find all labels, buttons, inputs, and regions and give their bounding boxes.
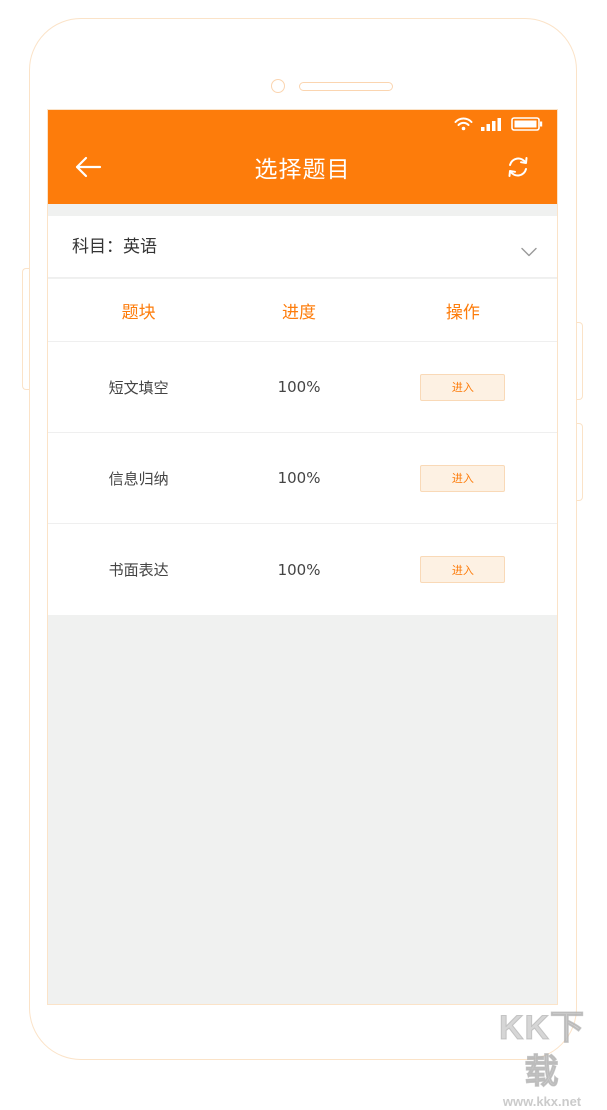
block-progress: 100%: [229, 524, 368, 615]
table-row: 短文填空 100% 进入: [48, 342, 557, 433]
action-cell: 进入: [369, 524, 557, 615]
table-row: 信息归纳 100% 进入: [48, 433, 557, 524]
header-block: 题块: [48, 279, 229, 341]
phone-volume-up-button: [576, 322, 583, 400]
watermark-logo: KK下载: [483, 1006, 601, 1094]
table-header: 题块 进度 操作: [48, 279, 557, 342]
block-name: 书面表达: [48, 524, 229, 615]
page-title: 选择题目: [48, 154, 557, 186]
refresh-button[interactable]: [501, 154, 535, 184]
wifi-icon: [454, 116, 473, 135]
enter-button[interactable]: 进入: [420, 374, 505, 401]
earpiece-speaker: [299, 82, 393, 91]
refresh-icon: [506, 155, 530, 183]
phone-volume-down-button: [576, 423, 583, 501]
battery-icon: [511, 116, 543, 135]
watermark-url: www.kkx.net: [483, 1094, 601, 1110]
block-name: 信息归纳: [48, 433, 229, 523]
enter-button[interactable]: 进入: [420, 465, 505, 492]
table-row: 书面表达 100% 进入: [48, 524, 557, 615]
action-cell: 进入: [369, 342, 557, 432]
header-progress: 进度: [229, 279, 368, 341]
question-block-table: 题块 进度 操作 短文填空 100% 进入 信息归纳 100% 进入 书面表达 …: [48, 279, 557, 615]
action-cell: 进入: [369, 433, 557, 523]
block-progress: 100%: [229, 342, 368, 432]
front-camera: [271, 79, 285, 93]
block-name: 短文填空: [48, 342, 229, 432]
signal-icon: [481, 116, 503, 135]
app-header: 选择题目: [48, 110, 557, 204]
site-watermark: KK下载 www.kkx.net: [483, 1006, 601, 1076]
subject-label: 科目：英语: [72, 216, 157, 278]
chevron-down-icon: [521, 242, 537, 261]
enter-button[interactable]: 进入: [420, 556, 505, 583]
app-screen: 选择题目 科目：英语 题块 进度 操作 短文: [47, 109, 558, 1005]
block-progress: 100%: [229, 433, 368, 523]
header-action: 操作: [369, 279, 557, 341]
status-bar: [454, 118, 543, 132]
subject-selector[interactable]: 科目：英语: [48, 216, 557, 278]
